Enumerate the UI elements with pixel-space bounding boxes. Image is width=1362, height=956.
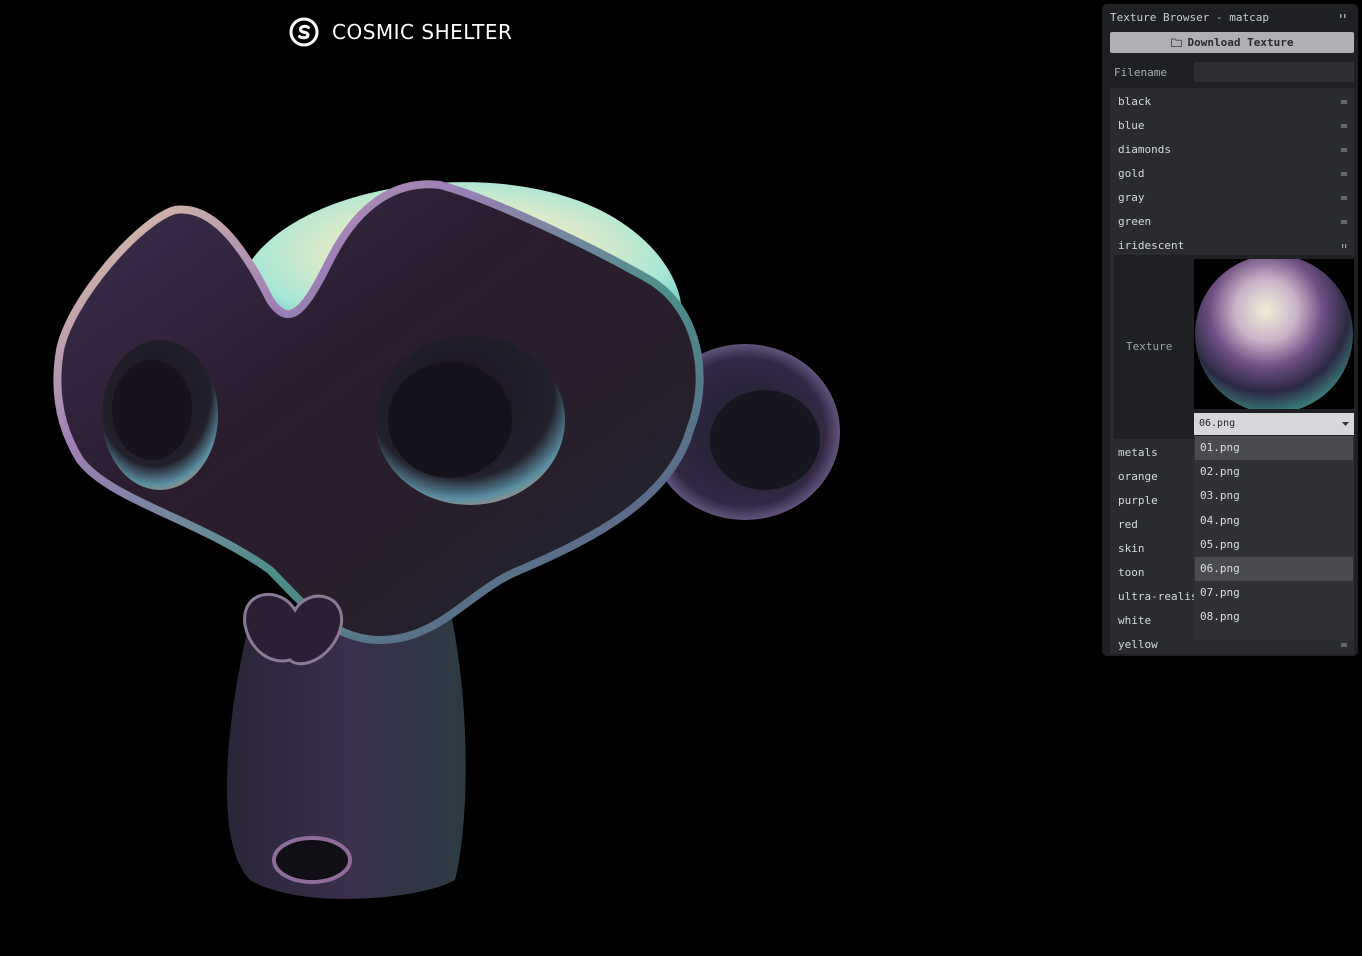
chevron-down-icon [1342,422,1349,426]
folder-label: purple [1118,494,1158,507]
texture-select-value: 06.png [1199,418,1236,429]
dropdown-option[interactable]: 05.png [1195,533,1353,557]
panel-title: Texture Browser - matcap [1110,11,1269,24]
cosmic-shelter-logo-icon [289,17,319,47]
folder-label: green [1118,215,1152,228]
monkey-nose [243,593,344,666]
texture-label: Texture [1126,340,1173,353]
folder-label: skin [1118,542,1145,555]
folder-label: gold [1118,167,1145,180]
filename-row: Filename [1110,61,1354,83]
texture-preview[interactable] [1194,259,1354,409]
folder-item[interactable]: diamonds [1112,138,1354,162]
pause-icon [1342,244,1347,248]
dropdown-option[interactable]: 02.png [1195,460,1353,484]
equals-icon [1341,220,1347,224]
folder-item[interactable]: blue [1112,114,1354,138]
equals-icon [1341,148,1347,152]
folder-item[interactable]: gray [1112,186,1354,210]
download-texture-label: Download Texture [1187,36,1294,49]
brand-name: COSMIC SHELTER [332,20,513,44]
folder-label: red [1118,518,1138,531]
iridescent-folder-body: Texture 06.png [1114,255,1354,439]
download-texture-button[interactable]: Download Texture [1110,32,1354,53]
equals-icon [1341,643,1347,647]
dropdown-option[interactable]: 08.png [1195,605,1353,629]
folder-item[interactable]: gold [1112,162,1354,186]
folder-label: yellow [1118,638,1158,651]
folder-label: blue [1118,119,1145,132]
folder-label: white [1118,614,1152,627]
texture-select[interactable]: 06.png [1194,413,1354,435]
collapse-icon[interactable] [1337,10,1349,22]
folder-item[interactable]: iridescent [1112,234,1354,258]
dropdown-option[interactable]: 06.png [1195,557,1353,581]
folder-item[interactable]: black [1112,90,1354,114]
folder-icon [1170,38,1182,47]
equals-icon [1341,100,1347,104]
dropdown-option[interactable]: 07.png [1195,581,1353,605]
dropdown-option[interactable]: 04.png [1195,509,1353,533]
folder-label: orange [1118,470,1158,483]
equals-icon [1341,196,1347,200]
folder-item[interactable]: green [1112,210,1354,234]
equals-icon [1341,172,1347,176]
brand-logo[interactable]: COSMIC SHELTER [289,17,512,47]
texture-dropdown[interactable]: 01.png 02.png 03.png 04.png 05.png 06.png 07.p… [1194,436,1354,640]
folder-label: diamonds [1118,143,1171,156]
folder-label: metals [1118,446,1158,459]
dropdown-option[interactable]: 01.png [1195,436,1353,460]
folder-label: ultra-realistic [1118,590,1196,603]
filename-label: Filename [1114,66,1167,79]
3d-viewport[interactable] [0,60,1090,956]
filename-input[interactable] [1194,62,1354,82]
folder-label: iridescent [1118,239,1185,252]
equals-icon [1341,124,1347,128]
folder-label: toon [1118,566,1145,579]
dropdown-option[interactable]: 03.png [1195,484,1353,508]
folder-label: gray [1118,191,1145,204]
folder-label: black [1118,95,1152,108]
